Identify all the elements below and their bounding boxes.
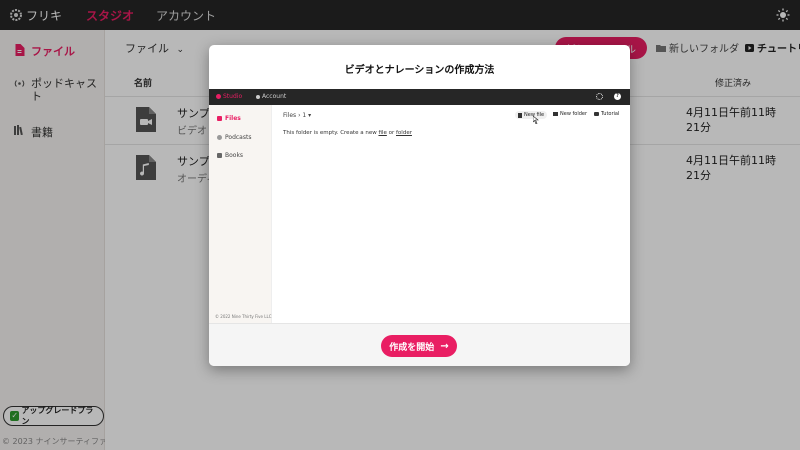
preview-new-file-button: New file: [515, 111, 548, 119]
preview-sidebar-label: Files: [225, 115, 241, 122]
podcast-icon: [217, 135, 222, 140]
preview-tab-account: Account: [256, 93, 286, 100]
empty-or: or: [388, 130, 395, 136]
book-icon: [217, 153, 222, 158]
help-icon: ?: [614, 93, 621, 100]
preview-sidebar-label: Podcasts: [225, 134, 252, 141]
sun-icon: [596, 93, 603, 100]
file-icon: [518, 112, 522, 118]
preview-breadcrumb: Files › 1 ▾: [283, 112, 312, 119]
gear-logo-icon: [216, 94, 221, 99]
folder-icon: [553, 112, 558, 116]
tutorial-preview-image: Studio Account ? Files Podcasts Books ©: [209, 89, 630, 323]
preview-tab-label: Account: [262, 93, 287, 100]
user-icon: [256, 94, 260, 99]
tutorial-modal: ビデオとナレーションの作成方法 Studio Account ? Files P…: [209, 45, 630, 366]
preview-sidebar-label: Books: [225, 152, 244, 159]
start-label: 作成を開始: [389, 342, 435, 353]
preview-sidebar: Files Podcasts Books © 2022 Nine Thirty …: [209, 105, 272, 323]
preview-tab-studio: Studio: [216, 93, 242, 100]
empty-link-file: file: [378, 130, 387, 136]
preview-new-folder-button: New folder: [553, 111, 587, 117]
empty-link-folder: folder: [396, 130, 412, 136]
preview-button-label: New folder: [560, 111, 588, 117]
preview-copyright: © 2022 Nine Thirty Five LLC: [215, 314, 272, 319]
preview-top-bar: Studio Account ?: [209, 89, 630, 105]
modal-footer: 作成を開始 →: [209, 323, 630, 366]
preview-empty-message: This folder is empty. Create a new file …: [283, 130, 412, 136]
preview-tab-label: Studio: [223, 93, 243, 100]
empty-text: This folder is empty. Create a new: [283, 130, 377, 136]
file-icon: [217, 116, 222, 121]
preview-sidebar-books: Books: [217, 152, 243, 159]
preview-button-label: Tutorial: [601, 111, 620, 117]
arrow-right-icon: →: [440, 340, 449, 352]
play-icon: [594, 112, 599, 116]
preview-tutorial-button: Tutorial: [594, 111, 619, 117]
modal-title: ビデオとナレーションの作成方法: [344, 65, 495, 76]
start-creating-button[interactable]: 作成を開始 →: [381, 335, 457, 357]
preview-sidebar-podcasts: Podcasts: [217, 134, 251, 141]
preview-sidebar-files: Files: [217, 115, 241, 122]
cursor-icon: [533, 116, 539, 124]
